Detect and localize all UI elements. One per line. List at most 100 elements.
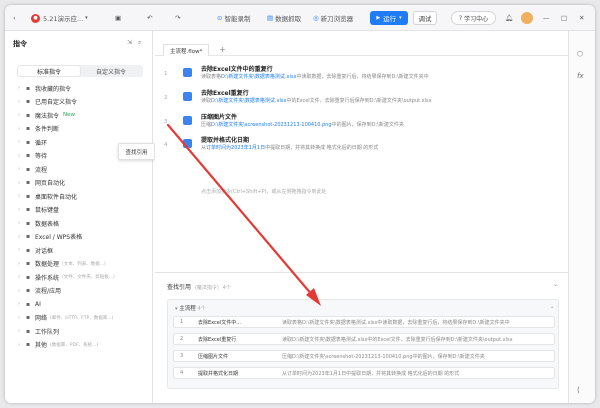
category-item[interactable]: › ▪ 魔法指令 New (18, 110, 75, 120)
category-item[interactable]: › ▪ 数据处理 (文本、列表、数据...) (18, 259, 106, 269)
data-grab-button[interactable]: ▤ 数据抓取 (267, 12, 301, 24)
category-item[interactable]: › ▪ 循环 (18, 137, 47, 147)
step-number: 2 (164, 95, 168, 101)
desc-highlight: D:\新建文件夹\screenshot-20231213-100410.png (211, 122, 332, 128)
chevron-right-icon: › (18, 206, 20, 213)
category-item[interactable]: › ▪ 流程 (18, 164, 47, 174)
right-toolbar: ⬡ fx ⟨ (568, 31, 595, 403)
minimize-icon: — (543, 14, 550, 22)
chevron-right-icon: › (18, 166, 20, 172)
find-reference-panel: 查找引用 (魔法指令) 4个 ⌄ ▾ 主流程 4个 1 去除Excel文件中...… (155, 272, 568, 403)
category-label: 数据表格 (35, 220, 60, 228)
chevron-right-icon: › (18, 314, 20, 321)
chevron-right-icon: › (18, 301, 20, 307)
category-item[interactable]: › ▪ 其他 (数据库、PDF、系统...) (18, 340, 98, 350)
ref-row[interactable]: 4 提取并格式化日期 从订单时间为2023年1月1日中提取日期，并将其转换成 格式化… (173, 367, 555, 379)
category-label: 流程/应用 (35, 288, 62, 295)
ref-row-desc: 读取D:\新建文件夹\数据表格测试.xlsx中的Excel文件，去除重复行后保存… (282, 336, 513, 343)
category-item[interactable]: › ▪ Excel / WPS表格 (18, 232, 82, 242)
chevron-right-icon: › (18, 125, 20, 132)
debug-button[interactable]: 调试 (413, 11, 437, 25)
notification-button[interactable]: 🔔︎ (505, 12, 513, 24)
desktop-icon: ▪ (26, 192, 31, 200)
ref-row[interactable]: 1 去除Excel文件中... 读取表格D:\新建文件夹\数据表格测试.xlsx中读… (173, 316, 555, 328)
category-item[interactable]: › ▪ 工作队列 (18, 326, 59, 336)
back-button[interactable]: ‹ (13, 12, 16, 24)
close-button[interactable]: ✕ (579, 12, 584, 24)
maximize-button[interactable]: □ (561, 12, 567, 24)
panel-title: 指令 (13, 40, 27, 48)
magic-command-icon (183, 139, 192, 148)
tab-main-flow[interactable]: 主流程.flow* (163, 44, 210, 56)
save-icon: ▣ (115, 14, 122, 22)
title-bar: ‹ ● 5.21演示应... ▾ ▣ ↶ ↷ ⊙ 智能录制 ▤ 数据抓取 ◎ 新刀浏览… (5, 5, 595, 31)
new-browser-label: 新刀浏览器 (320, 15, 354, 23)
category-item[interactable]: › ▪ 流程/应用 (18, 286, 61, 296)
browser-icon: ◎ (313, 14, 319, 22)
excel-icon: ▪ (26, 233, 31, 240)
category-item[interactable]: › ▪ 数据表格 (18, 218, 59, 228)
category-item[interactable]: › ▪ 条件判断 (18, 124, 59, 134)
step-title[interactable]: 去除Excel文件中的重复行 (201, 64, 273, 73)
category-item[interactable]: › ▪ 我收藏的指令 (18, 83, 71, 93)
save-button[interactable]: ▣ (115, 12, 121, 24)
new-browser-button[interactable]: ◎ 新刀浏览器 (313, 12, 353, 24)
category-item[interactable]: › ▪ 桌面软件自动化 (18, 191, 77, 201)
chevron-right-icon: › (18, 98, 20, 105)
category-item[interactable]: › ▪ 等待 (18, 151, 47, 161)
step-title[interactable]: 提取并格式化日期 (201, 135, 249, 144)
fx-icon[interactable]: fx (577, 72, 584, 80)
undo-icon: ↶ (147, 14, 153, 22)
tab-standard[interactable]: 标准指令 (18, 66, 80, 76)
search-icon[interactable]: ⌕ (138, 39, 141, 46)
desc-text: 读取 (201, 98, 212, 104)
desc-highlight: D:\新建文件夹\数据表格测试.xlsx (211, 98, 287, 104)
learn-center-button[interactable]: ? 学习中心 (451, 11, 496, 25)
ref-group-header[interactable]: ▾ 主流程 4个 (175, 304, 206, 312)
avatar[interactable] (521, 12, 533, 24)
play-icon: ▶ (376, 15, 381, 21)
category-item[interactable]: › ▪ AI (18, 299, 41, 309)
minimize-button[interactable]: — (543, 12, 550, 24)
element-icon[interactable]: ⬡ (577, 50, 583, 58)
collapse-panel-icon[interactable]: ⌄ (553, 281, 558, 288)
category-sub: (数据库、PDF、系统...) (50, 342, 99, 348)
run-button[interactable]: ▶ 运行 ▾ (370, 11, 408, 25)
category-item[interactable]: › ▪ 鼠标键盘 (18, 205, 59, 215)
tab-custom[interactable]: 自定义指令 (80, 66, 142, 76)
os-icon: ▪ (26, 273, 31, 281)
ref-row[interactable]: 2 去除Excel重复行 读取D:\新建文件夹\数据表格测试.xlsx中的Excel… (173, 333, 555, 345)
app-title-area[interactable]: ● 5.21演示应... ▾ (31, 12, 88, 24)
category-item[interactable]: › ▪ 网页自动化 (18, 178, 65, 188)
step-title[interactable]: 压缩图片文件 (201, 112, 237, 121)
smart-record-label: 智能录制 (224, 15, 251, 23)
step-description: 读取表格D:\新建文件夹\数据表格测试.xlsx中读取数据，去除重复行后，将结果… (201, 73, 429, 80)
collapse-icon[interactable]: ⇲ (127, 39, 132, 46)
category-item[interactable]: › ▪ 操作系统 (文件、文件夹、剪贴板...) (18, 272, 115, 282)
add-tab-icon[interactable]: + (219, 45, 226, 54)
category-item[interactable]: › ▪ 已用自定义指令 (18, 97, 77, 107)
category-label: 我收藏的指令 (35, 85, 72, 93)
chevron-right-icon: › (18, 179, 20, 186)
close-icon: ✕ (579, 14, 585, 22)
context-menu-find-ref[interactable]: 查找引用 (118, 143, 155, 160)
category-label: 已用自定义指令 (35, 99, 78, 106)
add-command-hint[interactable]: 点击添加指令(Ctrl+Shift+P)，或从左侧拖拽指令到此处 (201, 188, 327, 195)
ref-box-more-icon[interactable]: ⌄ (550, 304, 554, 310)
category-label: 工作队列 (35, 328, 60, 336)
smart-record-button[interactable]: ⊙ 智能录制 (217, 12, 250, 24)
category-item[interactable]: › ▪ 对话框 (18, 245, 53, 255)
redo-button[interactable]: ↷ (175, 12, 180, 24)
help-icon: ? (458, 14, 463, 22)
step-title[interactable]: 去除Excel重复行 (201, 88, 249, 97)
ref-row-num: 2 (180, 336, 184, 342)
expand-icon[interactable]: ⟨ (577, 386, 580, 394)
ref-title-text: 查找引用 (167, 284, 192, 291)
ref-group-count: 4个 (197, 306, 206, 312)
undo-button[interactable]: ↶ (147, 12, 152, 24)
chevron-right-icon: › (18, 139, 20, 145)
ref-row-num: 1 (180, 319, 184, 325)
ref-row[interactable]: 3 压缩图片文件 压缩D:\新建文件夹\screenshot-20231213-10… (173, 350, 555, 362)
category-item[interactable]: › ▪ 网络 (邮件、HTTP、FTP、数据库...) (18, 313, 113, 323)
chevron-down-icon: ▾ (399, 15, 402, 21)
